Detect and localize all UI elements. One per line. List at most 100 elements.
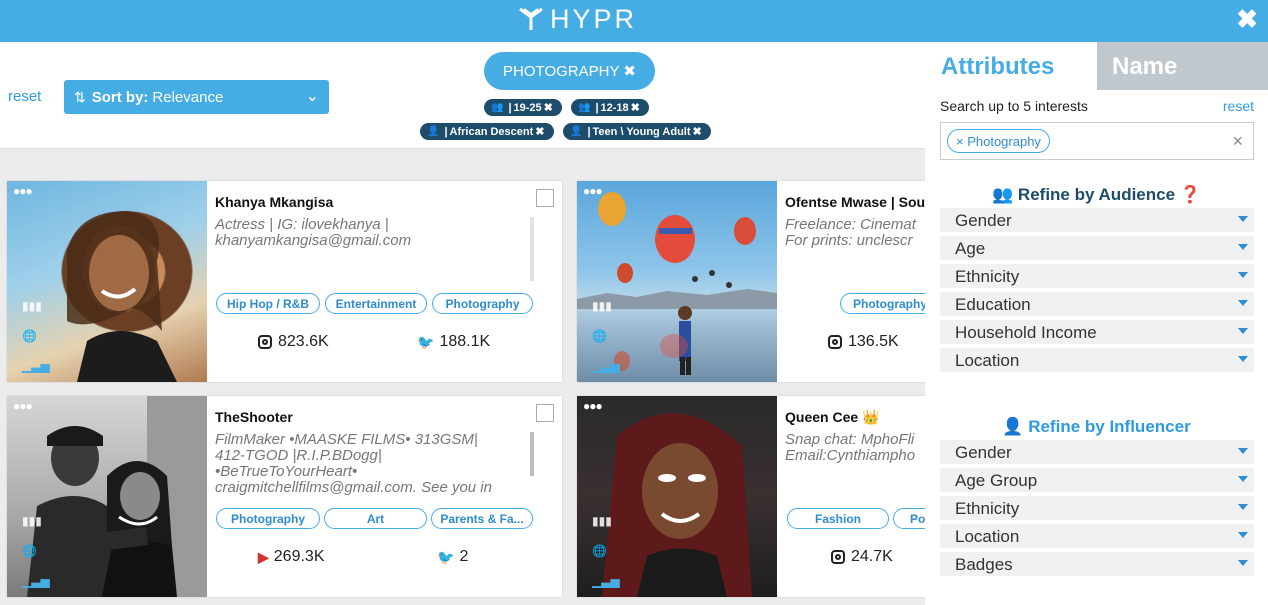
user-icon: 👤 — [1002, 417, 1024, 436]
caret-down-icon — [1238, 532, 1248, 538]
bars-icon: ▮▮▮ — [592, 299, 612, 313]
caret-down-icon — [1238, 356, 1248, 362]
caret-down-icon — [1238, 216, 1248, 222]
chip-label: Teen \ Young Adult — [592, 125, 691, 138]
audience-chip-12-18[interactable]: 👥 | 12-18 ✖ — [571, 99, 649, 116]
audience-filter-gender[interactable]: Gender — [940, 208, 1254, 234]
chip-label: African Descent — [449, 125, 534, 138]
sort-prefix: Sort by: — [91, 88, 149, 106]
influencer-filter-ethnicity[interactable]: Ethnicity — [940, 496, 1254, 522]
profile-photo[interactable]: ●●● ▮▮▮ 🌐 ▁▃▅ — [577, 181, 777, 382]
tag-pill[interactable]: Photography — [432, 293, 533, 314]
sort-dropdown[interactable]: ⇅ Sort by: Relevance ⌄ — [64, 80, 329, 114]
influencer-card[interactable]: ●●● ▮▮▮ 🌐 ▁▃▅ Khanya Mkangisa Actress | … — [7, 181, 562, 382]
close-icon[interactable]: ✖ — [1236, 4, 1258, 35]
filter-bar: reset ⇅ Sort by: Relevance ⌄ PHOTOGRAPHY… — [0, 42, 925, 149]
tag-pill[interactable]: Entertainment — [325, 293, 427, 314]
more-icon[interactable]: ●●● — [583, 184, 603, 198]
top-bar: HYPR ✖ — [0, 0, 1268, 42]
chip-label: 19-25 — [513, 101, 542, 114]
search-label: Search up to 5 interests — [940, 98, 1088, 114]
signal-icon: ▁▃▅ — [22, 359, 50, 373]
follower-count: 2 — [459, 548, 469, 565]
influencer-filter-gender[interactable]: Gender — [940, 440, 1254, 466]
influencer-name[interactable]: Khanya Mkangisa — [215, 194, 333, 210]
remove-icon[interactable]: ✖ — [693, 125, 702, 138]
chevron-down-icon: ⌄ — [305, 88, 319, 105]
twitter-stat: 🐦 2 — [437, 548, 468, 566]
select-checkbox[interactable] — [536, 404, 554, 422]
tab-name[interactable]: Name — [1097, 42, 1268, 90]
audience-filter-ethnicity[interactable]: Ethnicity — [940, 264, 1254, 290]
influencer-name[interactable]: TheShooter — [215, 409, 293, 425]
caret-down-icon — [1238, 300, 1248, 306]
follower-count: 136.5K — [848, 333, 899, 350]
remove-icon[interactable]: ✖ — [544, 101, 553, 114]
audience-filter-age[interactable]: Age — [940, 236, 1254, 262]
caret-down-icon — [1238, 476, 1248, 482]
influencer-name[interactable]: Ofentse Mwase | Sou — [785, 194, 925, 210]
audience-chip-19-25[interactable]: 👥 | 19-25 ✖ — [484, 99, 562, 116]
influencer-bio: Snap chat: MphoFli Email:Cynthiampho — [785, 432, 916, 464]
more-icon[interactable]: ●●● — [13, 399, 33, 413]
select-checkbox[interactable] — [536, 189, 554, 207]
more-icon[interactable]: ●●● — [13, 184, 33, 198]
clear-icon[interactable]: × — [1232, 131, 1243, 152]
influencer-filter-badges[interactable]: Badges — [940, 552, 1254, 578]
signal-icon: ▁▃▅ — [22, 574, 50, 588]
tag-pill[interactable]: Parents & Fa... — [431, 508, 533, 529]
follower-count: 823.6K — [278, 333, 329, 350]
influencer-bio: FilmMaker •MAASKE FILMS• 313GSM| 412-TGO… — [215, 432, 492, 496]
audience-filter-household-income[interactable]: Household Income — [940, 320, 1254, 346]
instagram-stat: 136.5K — [828, 333, 899, 351]
help-icon[interactable]: ❓ — [1180, 185, 1201, 204]
influencer-chip-african-descent[interactable]: 👤 | African Descent ✖ — [420, 123, 554, 140]
remove-icon[interactable]: ✖ — [631, 101, 640, 114]
audience-filter-location[interactable]: Location — [940, 348, 1254, 374]
influencer-filter-location[interactable]: Location — [940, 524, 1254, 550]
tag-pill[interactable]: Art — [324, 508, 427, 529]
bars-icon: ▮▮▮ — [22, 299, 42, 313]
interest-chip-photography[interactable]: PHOTOGRAPHY ✖ — [484, 52, 655, 90]
influencer-section-title: 👤 Refine by Influencer — [1002, 417, 1191, 436]
card-side-icons: ▮▮▮ 🌐 ▁▃▅ — [592, 506, 620, 596]
user-icon: 👤 — [570, 126, 583, 137]
profile-photo[interactable]: ●●● ▮▮▮ 🌐 ▁▃▅ — [7, 396, 207, 597]
bio-scrollbar[interactable] — [530, 217, 534, 281]
instagram-icon — [831, 550, 845, 564]
influencer-card[interactable]: ●●● ▮▮▮ 🌐 ▁▃▅ TheShooter FilmMaker •MAAS… — [7, 396, 562, 597]
twitter-icon: 🐦 — [437, 548, 455, 565]
youtube-icon: ▶ — [258, 548, 269, 565]
influencer-name[interactable]: Queen Cee 👑 — [785, 409, 879, 426]
interest-search-input[interactable]: × Photography × — [940, 122, 1254, 160]
reset-interests-link[interactable]: reset — [1223, 98, 1254, 114]
audience-filter-education[interactable]: Education — [940, 292, 1254, 318]
tag-pill[interactable]: Photography — [216, 508, 320, 529]
influencer-filter-age-group[interactable]: Age Group — [940, 468, 1254, 494]
remove-icon[interactable]: ✖ — [535, 125, 544, 138]
tag-pill[interactable]: Hip Hop / R&B — [216, 293, 320, 314]
caret-down-icon — [1238, 448, 1248, 454]
profile-photo[interactable]: ●●● ▮▮▮ 🌐 ▁▃▅ — [577, 396, 777, 597]
card-side-icons: ▮▮▮ 🌐 ▁▃▅ — [22, 291, 50, 381]
influencer-chip-teen-young-adult[interactable]: 👤 | Teen \ Young Adult ✖ — [563, 123, 711, 140]
profile-photo[interactable]: ●●● ▮▮▮ 🌐 ▁▃▅ — [7, 181, 207, 382]
user-icon: 👤 — [427, 126, 440, 137]
tab-attributes[interactable]: Attributes — [925, 42, 1097, 90]
hypr-logo-icon — [519, 7, 543, 30]
globe-icon: 🌐 — [22, 544, 37, 558]
group-icon: 👥 — [578, 102, 591, 113]
interest-chip-photography[interactable]: × Photography — [947, 129, 1050, 153]
reset-filters-link[interactable]: reset — [8, 88, 41, 105]
brand-logo[interactable]: HYPR — [518, 4, 637, 34]
more-icon[interactable]: ●●● — [583, 399, 603, 413]
group-icon: 👥 — [491, 102, 504, 113]
youtube-stat: ▶ 269.3K — [258, 548, 325, 566]
influencer-bio: Freelance: Cinemat For prints: unclescr — [785, 217, 916, 249]
group-icon: 👥 — [992, 185, 1014, 204]
bio-scrollbar[interactable] — [530, 432, 534, 476]
caret-down-icon — [1238, 328, 1248, 334]
signal-icon: ▁▃▅ — [592, 574, 620, 588]
sort-value: Relevance — [152, 88, 224, 106]
tag-pill[interactable]: Fashion — [787, 508, 889, 529]
